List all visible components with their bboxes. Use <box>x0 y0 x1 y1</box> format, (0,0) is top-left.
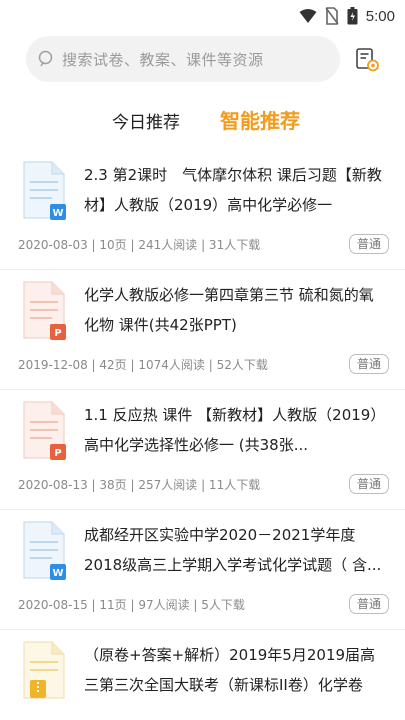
ppt-doc-icon: P <box>23 281 66 340</box>
level-badge: 普通 <box>349 474 389 494</box>
svg-text:W: W <box>52 568 63 579</box>
list-item[interactable]: P 化学人教版必修一第四章第三节 硫和氮的氧化物 课件(共42张PPT) 201… <box>0 270 405 390</box>
zip-doc-icon <box>23 641 65 699</box>
svg-text:W: W <box>52 208 63 219</box>
list-item[interactable]: （原卷+答案+解析）2019年5月2019届高三第三次全国大联考（新课标II卷）… <box>0 630 405 720</box>
item-meta: 2019-12-08 | 42页 | 1074人阅读 | 52人下载 <box>18 358 268 372</box>
item-title: 化学人教版必修一第四章第三节 硫和氮的氧化物 课件(共42张PPT) <box>84 286 374 334</box>
item-title: 成都经开区实验中学2020－2021学年度2018级高三上学期入学考试化学试题（… <box>84 526 382 574</box>
status-bar: 5:00 <box>0 0 405 32</box>
item-title: （原卷+答案+解析）2019年5月2019届高三第三次全国大联考（新课标II卷）… <box>84 646 376 694</box>
item-title: 1.1 反应热 课件 【新教材】人教版（2019）高中化学选择性必修一 (共38… <box>84 406 378 454</box>
level-badge: 普通 <box>349 594 389 614</box>
recommend-tabs: 今日推荐 智能推荐 <box>0 100 405 144</box>
search-row: 搜索试卷、教案、课件等资源 <box>0 36 405 84</box>
tab-smart-recommend[interactable]: 智能推荐 <box>220 105 300 134</box>
svg-text:P: P <box>54 328 61 339</box>
search-input[interactable]: 搜索试卷、教案、课件等资源 <box>26 36 340 82</box>
document-settings-button[interactable] <box>354 46 382 74</box>
level-badge: 普通 <box>349 354 389 374</box>
battery-icon <box>347 7 358 25</box>
item-meta: 2020-08-15 | 11页 | 97人阅读 | 5人下载 <box>18 598 245 612</box>
item-meta: 2020-08-03 | 10页 | 241人阅读 | 31人下载 <box>18 238 261 252</box>
item-meta: 2020-08-13 | 38页 | 257人阅读 | 11人下载 <box>18 478 261 492</box>
item-title: 2.3 第2课时 气体摩尔体积 课后习题【新教材】人教版（2019）高中化学必修… <box>84 166 382 214</box>
tab-today-recommend[interactable]: 今日推荐 <box>112 108 180 133</box>
no-sim-icon <box>325 7 339 25</box>
status-time: 5:00 <box>365 7 395 25</box>
svg-text:P: P <box>54 448 61 459</box>
list-item[interactable]: P 1.1 反应热 课件 【新教材】人教版（2019）高中化学选择性必修一 (共… <box>0 390 405 510</box>
document-settings-icon <box>356 48 379 72</box>
search-icon <box>38 50 53 67</box>
word-doc-icon: W <box>23 521 66 580</box>
list-item[interactable]: W 2.3 第2课时 气体摩尔体积 课后习题【新教材】人教版（2019）高中化学… <box>0 150 405 270</box>
level-badge: 普通 <box>349 234 389 254</box>
ppt-doc-icon: P <box>23 401 66 460</box>
list-item[interactable]: W 成都经开区实验中学2020－2021学年度2018级高三上学期入学考试化学试… <box>0 510 405 630</box>
word-doc-icon: W <box>23 161 66 220</box>
resource-list: W 2.3 第2课时 气体摩尔体积 课后习题【新教材】人教版（2019）高中化学… <box>0 150 405 720</box>
status-icons: 5:00 <box>299 6 395 26</box>
search-placeholder: 搜索试卷、教案、课件等资源 <box>62 50 264 69</box>
wifi-icon <box>299 9 317 23</box>
